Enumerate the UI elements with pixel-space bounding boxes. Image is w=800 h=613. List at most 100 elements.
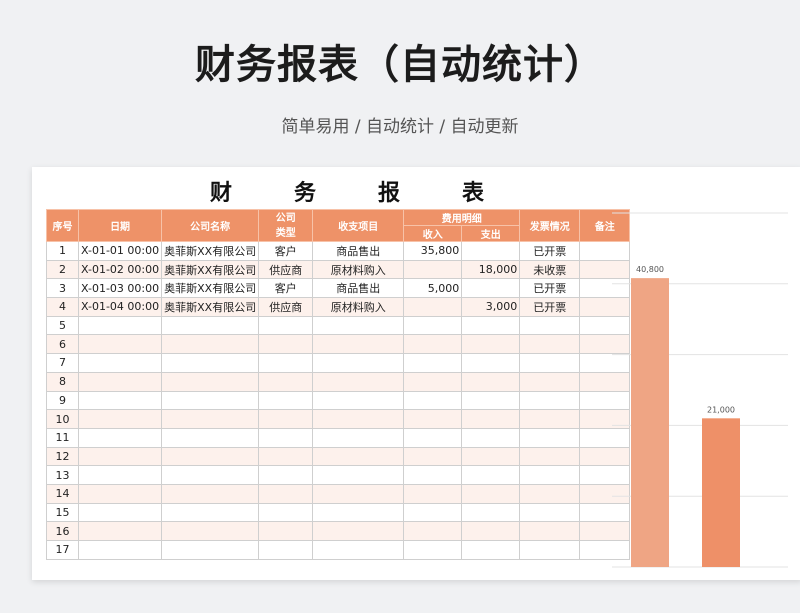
col-header-invoice[interactable]: 发票情况 bbox=[519, 209, 581, 242]
cell-company[interactable] bbox=[161, 446, 260, 467]
cell-expense[interactable] bbox=[461, 278, 521, 299]
cell-invoice[interactable] bbox=[519, 334, 581, 355]
col-header-expense[interactable]: 支出 bbox=[461, 225, 521, 242]
cell-item[interactable] bbox=[312, 353, 405, 373]
cell-company-type[interactable] bbox=[258, 483, 314, 504]
col-header-date[interactable]: 日期 bbox=[77, 209, 163, 242]
cell-company[interactable] bbox=[161, 483, 260, 504]
cell-invoice[interactable]: 已开票 bbox=[519, 241, 581, 261]
cell-seq[interactable]: 8 bbox=[46, 371, 79, 392]
cell-seq[interactable]: 3 bbox=[46, 278, 79, 299]
cell-company-type[interactable] bbox=[258, 540, 314, 560]
cell-income[interactable]: 5,000 bbox=[403, 278, 463, 299]
cell-date[interactable] bbox=[77, 371, 163, 392]
cell-seq[interactable]: 11 bbox=[46, 427, 79, 448]
cell-company-type[interactable] bbox=[258, 315, 314, 336]
cell-expense[interactable]: 3,000 bbox=[461, 297, 521, 317]
cell-item[interactable] bbox=[312, 334, 405, 355]
cell-expense[interactable] bbox=[461, 353, 521, 373]
cell-date[interactable]: X-01-03 00:00 bbox=[77, 278, 163, 299]
cell-income[interactable] bbox=[403, 409, 463, 429]
cell-item[interactable]: 商品售出 bbox=[312, 241, 405, 261]
cell-company-type[interactable]: 供应商 bbox=[258, 259, 314, 280]
chart-bar[interactable] bbox=[631, 278, 669, 567]
cell-income[interactable] bbox=[403, 502, 463, 523]
cell-seq[interactable]: 14 bbox=[46, 483, 79, 504]
cell-income[interactable] bbox=[403, 353, 463, 373]
cell-item[interactable] bbox=[312, 483, 405, 504]
cell-seq[interactable]: 10 bbox=[46, 409, 79, 429]
cell-income[interactable]: 35,800 bbox=[403, 241, 463, 261]
cell-expense[interactable] bbox=[461, 465, 521, 485]
cell-invoice[interactable] bbox=[519, 465, 581, 485]
cell-company-type[interactable] bbox=[258, 427, 314, 448]
cell-invoice[interactable] bbox=[519, 446, 581, 467]
cell-company[interactable] bbox=[161, 409, 260, 429]
cell-date[interactable] bbox=[77, 334, 163, 355]
cell-item[interactable] bbox=[312, 409, 405, 429]
cell-income[interactable] bbox=[403, 371, 463, 392]
cell-company[interactable]: 奥菲斯XX有限公司 bbox=[161, 259, 260, 280]
cell-expense[interactable] bbox=[461, 371, 521, 392]
cell-invoice[interactable] bbox=[519, 540, 581, 560]
cell-item[interactable] bbox=[312, 521, 405, 541]
cell-date[interactable] bbox=[77, 409, 163, 429]
col-header-income[interactable]: 收入 bbox=[403, 225, 463, 242]
cell-income[interactable] bbox=[403, 315, 463, 336]
cell-item[interactable] bbox=[312, 315, 405, 336]
col-header-company[interactable]: 公司名称 bbox=[161, 209, 260, 242]
cell-item[interactable] bbox=[312, 390, 405, 411]
cell-income[interactable] bbox=[403, 446, 463, 467]
cell-expense[interactable] bbox=[461, 315, 521, 336]
cell-expense[interactable] bbox=[461, 540, 521, 560]
cell-company[interactable] bbox=[161, 334, 260, 355]
cell-item[interactable] bbox=[312, 446, 405, 467]
cell-invoice[interactable] bbox=[519, 427, 581, 448]
cell-expense[interactable]: 18,000 bbox=[461, 259, 521, 280]
cell-company-type[interactable] bbox=[258, 371, 314, 392]
col-header-fee-detail[interactable]: 费用明细 bbox=[403, 209, 521, 226]
cell-income[interactable] bbox=[403, 390, 463, 411]
cell-seq[interactable]: 6 bbox=[46, 334, 79, 355]
cell-item[interactable]: 原材料购入 bbox=[312, 259, 405, 280]
cell-expense[interactable] bbox=[461, 521, 521, 541]
cell-income[interactable] bbox=[403, 521, 463, 541]
cell-date[interactable]: X-01-04 00:00 bbox=[77, 297, 163, 317]
cell-company-type[interactable] bbox=[258, 334, 314, 355]
cell-company-type[interactable] bbox=[258, 390, 314, 411]
cell-item[interactable] bbox=[312, 427, 405, 448]
cell-item[interactable] bbox=[312, 540, 405, 560]
cell-expense[interactable] bbox=[461, 334, 521, 355]
cell-company-type[interactable] bbox=[258, 502, 314, 523]
cell-company-type[interactable] bbox=[258, 353, 314, 373]
cell-date[interactable] bbox=[77, 540, 163, 560]
cell-invoice[interactable]: 未收票 bbox=[519, 259, 581, 280]
cell-seq[interactable]: 15 bbox=[46, 502, 79, 523]
cell-seq[interactable]: 7 bbox=[46, 353, 79, 373]
cell-invoice[interactable]: 已开票 bbox=[519, 278, 581, 299]
cell-company[interactable] bbox=[161, 521, 260, 541]
cell-company-type[interactable] bbox=[258, 446, 314, 467]
col-header-company-type[interactable]: 公司类型 bbox=[258, 209, 314, 242]
cell-invoice[interactable] bbox=[519, 371, 581, 392]
cell-company[interactable] bbox=[161, 371, 260, 392]
cell-invoice[interactable] bbox=[519, 390, 581, 411]
col-header-seq[interactable]: 序号 bbox=[46, 209, 79, 242]
cell-invoice[interactable] bbox=[519, 409, 581, 429]
cell-date[interactable] bbox=[77, 502, 163, 523]
cell-company[interactable] bbox=[161, 315, 260, 336]
cell-company[interactable]: 奥菲斯XX有限公司 bbox=[161, 241, 260, 261]
cell-item[interactable] bbox=[312, 502, 405, 523]
cell-date[interactable] bbox=[77, 446, 163, 467]
cell-invoice[interactable]: 已开票 bbox=[519, 297, 581, 317]
cell-company[interactable] bbox=[161, 427, 260, 448]
cell-date[interactable] bbox=[77, 390, 163, 411]
cell-income[interactable] bbox=[403, 297, 463, 317]
cell-expense[interactable] bbox=[461, 502, 521, 523]
cell-seq[interactable]: 12 bbox=[46, 446, 79, 467]
cell-date[interactable] bbox=[77, 427, 163, 448]
cell-expense[interactable] bbox=[461, 241, 521, 261]
cell-date[interactable] bbox=[77, 315, 163, 336]
cell-seq[interactable]: 2 bbox=[46, 259, 79, 280]
cell-item[interactable] bbox=[312, 371, 405, 392]
